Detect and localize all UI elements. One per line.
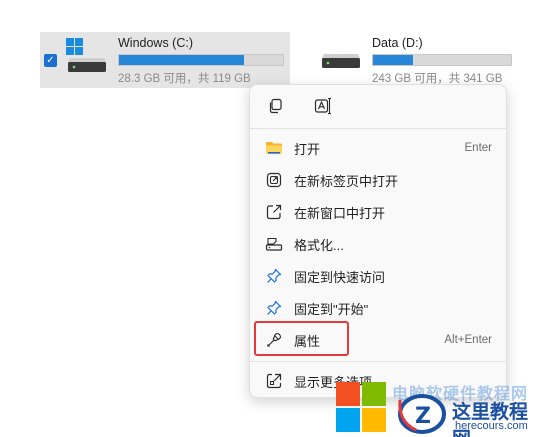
menu-item-label: 格式化... [294,237,344,253]
pin-icon [267,268,282,283]
drive-name: Windows (C:) [118,36,194,50]
watermark-q-logo-icon: Z [398,394,446,434]
menu-item-pin-quick-access[interactable]: 固定到快速访问 [254,261,502,291]
menu-item-shortcut: Enter [464,142,493,154]
menu-item-label: 固定到"开始" [294,301,369,317]
menu-item-open-new-window[interactable]: 在新窗口中打开 [254,197,502,227]
rename-icon [314,97,331,115]
annotation-highlight-box [254,321,349,356]
new-window-icon [266,204,282,220]
selection-checkbox[interactable]: ✓ [44,54,57,67]
format-drive-icon [265,237,283,251]
more-options-icon [266,373,282,389]
menu-item-label: 在新窗口中打开 [294,205,386,221]
menu-item-open-new-tab[interactable]: 在新标签页中打开 [254,165,502,195]
windows-logo-icon [336,382,386,432]
menu-item-label: 固定到快速访问 [294,269,386,285]
menu-separator [250,128,506,129]
menu-separator [250,361,506,362]
copy-icon [269,98,282,114]
rename-button[interactable] [310,93,336,119]
quick-actions-row [262,93,336,119]
drive-c-tile[interactable]: ✓ Windows (C:) 28.3 GB 可用，共 119 GB [40,32,290,88]
folder-open-icon [266,142,282,154]
usage-bar [372,54,512,66]
drive-d-tile[interactable]: Data (D:) 243 GB 可用，共 341 GB [318,32,540,88]
copy-button[interactable] [262,93,288,119]
watermark-url: herecours.com [455,420,528,432]
svg-text:Z: Z [415,404,431,429]
pin-icon [267,300,282,315]
drive-icon [322,54,360,68]
menu-item-format[interactable]: 格式化... [254,229,502,259]
drive-name: Data (D:) [372,36,423,50]
new-tab-icon [266,172,282,188]
drive-windows-icon [66,38,106,72]
usage-bar-fill [119,55,244,65]
usage-bar [118,54,284,66]
menu-item-pin-start[interactable]: 固定到"开始" [254,293,502,323]
menu-item-open[interactable]: 打开 Enter [254,133,502,163]
drive-free-space: 28.3 GB 可用，共 119 GB [118,73,251,85]
usage-bar-fill [373,55,414,65]
menu-item-label: 在新标签页中打开 [294,173,399,189]
menu-item-shortcut: Alt+Enter [444,334,492,346]
menu-item-label: 打开 [294,141,321,157]
